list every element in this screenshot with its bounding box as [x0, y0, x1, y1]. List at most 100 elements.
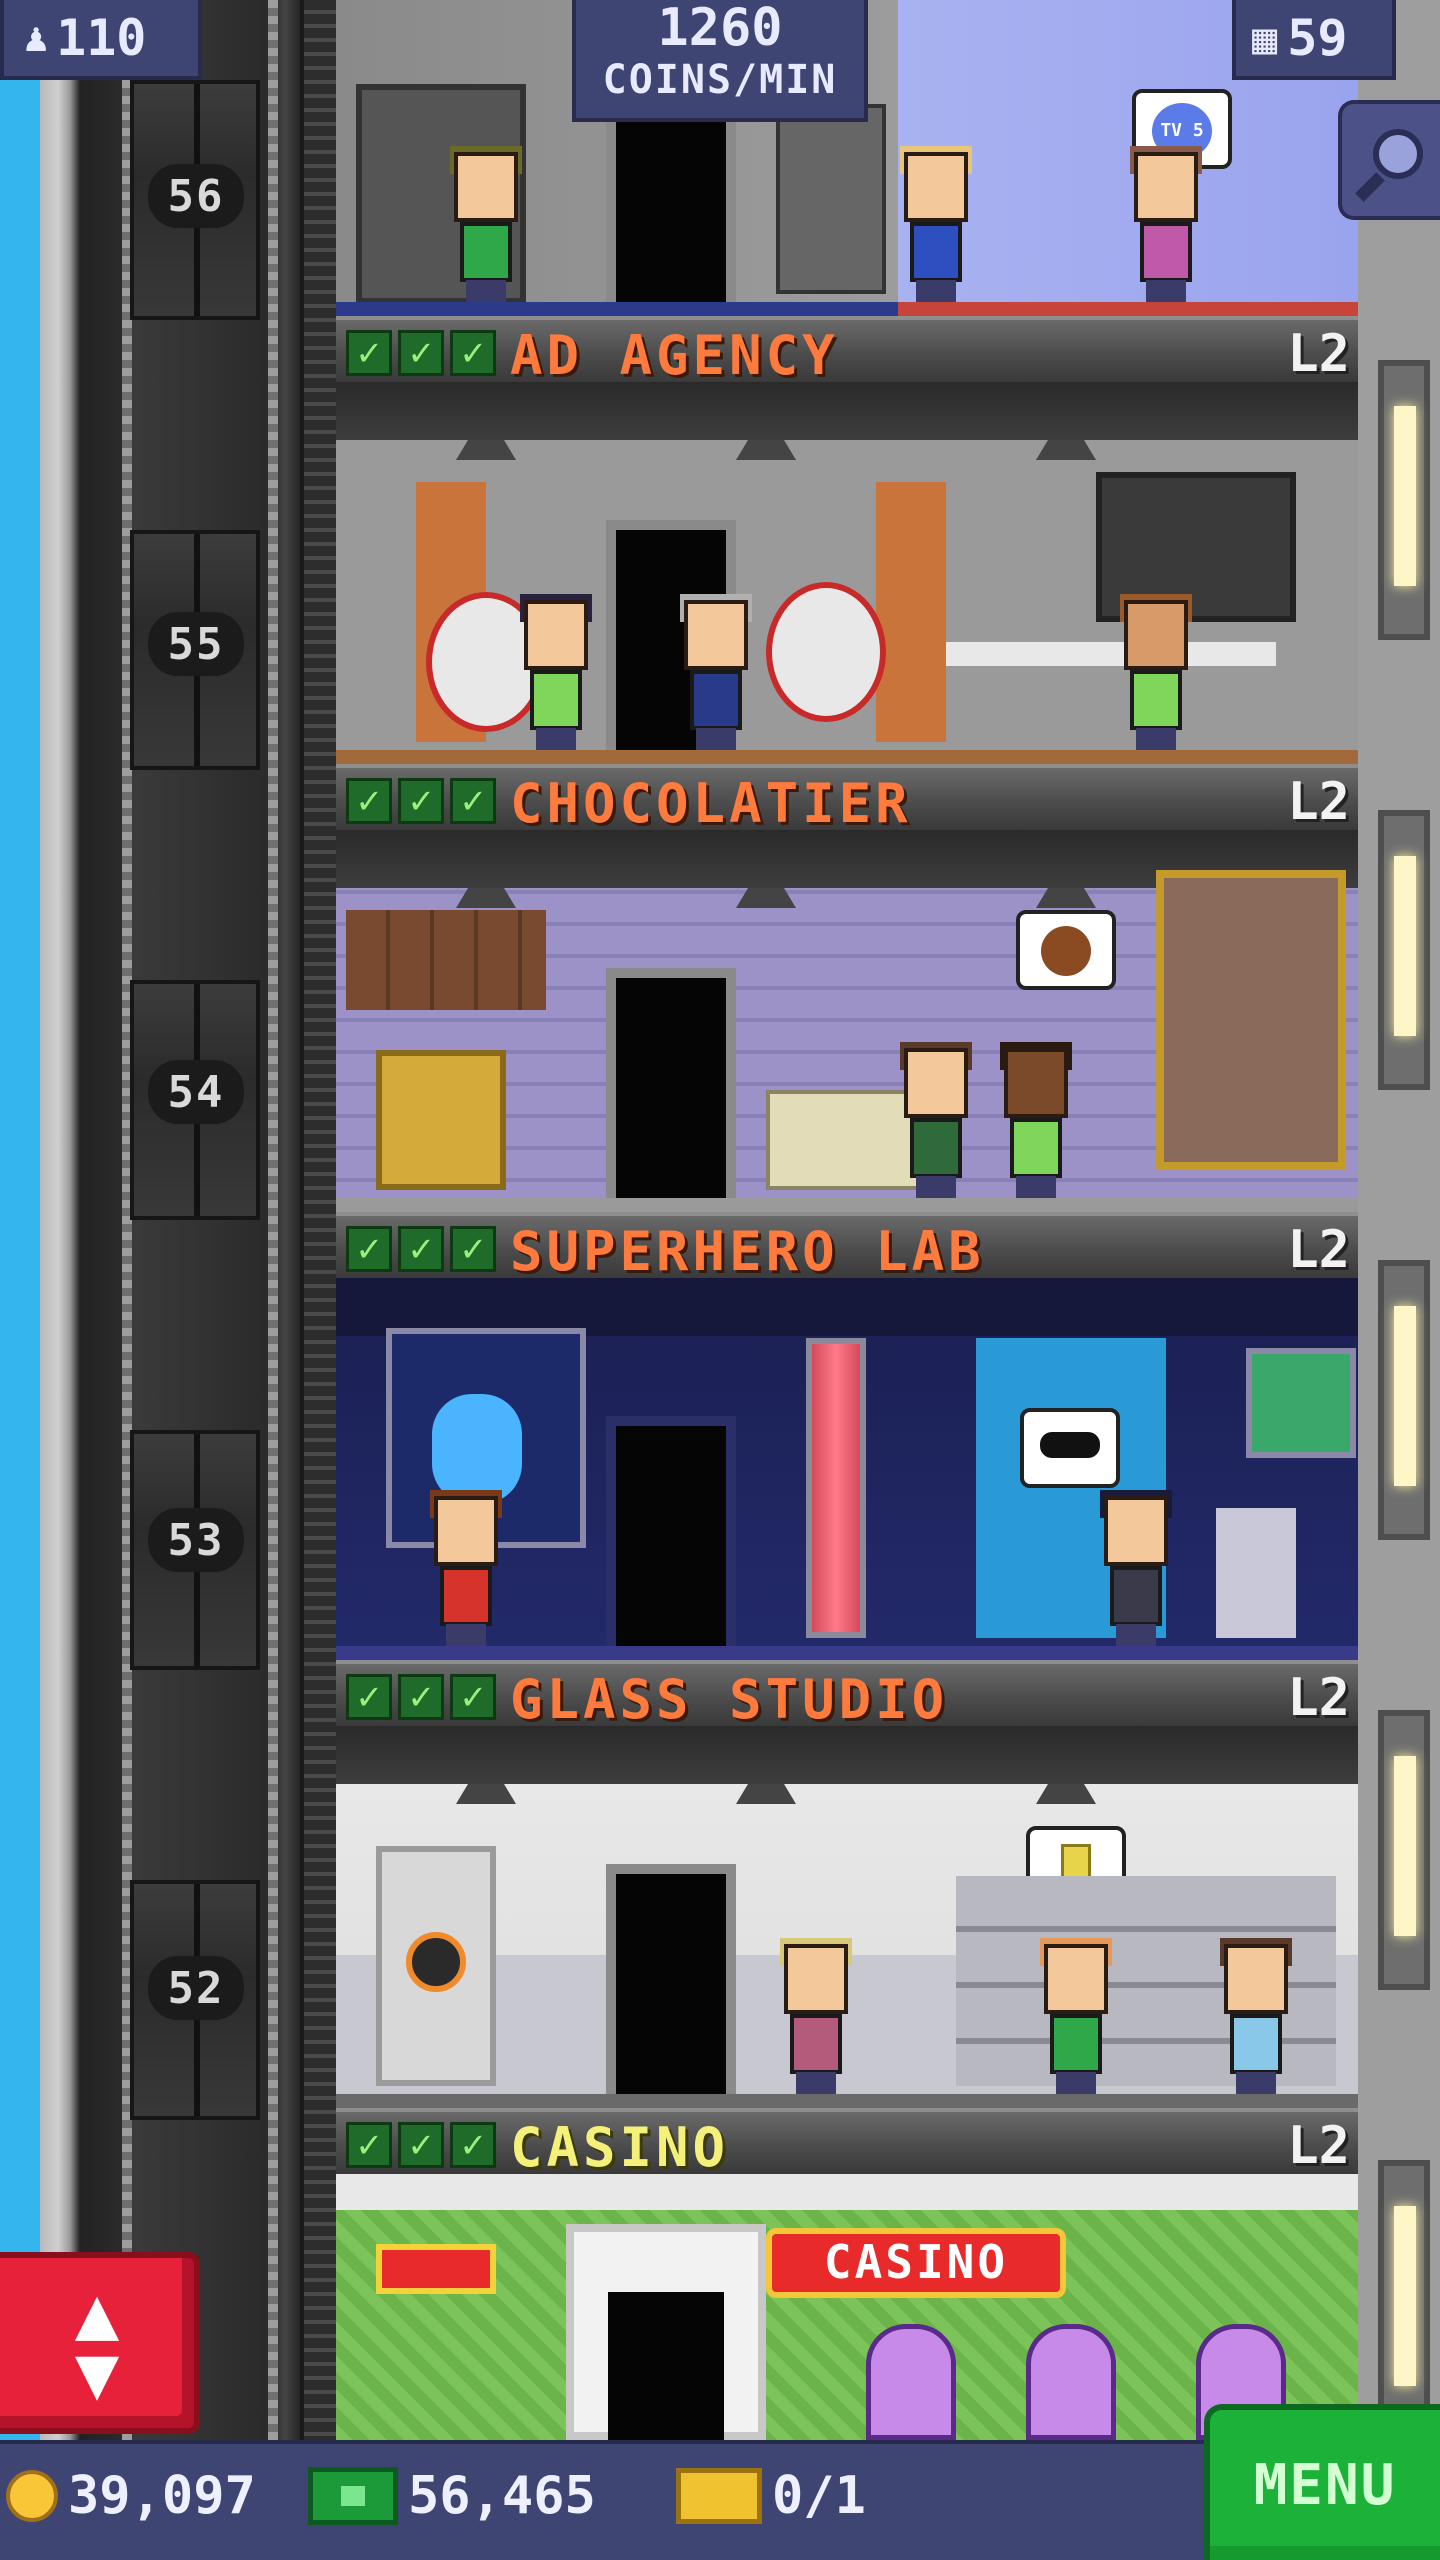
- world-map: [1246, 1348, 1356, 1458]
- floor-label-bar[interactable]: ✓ ✓ ✓ SUPERHERO LAB L2: [336, 1212, 1358, 1283]
- coins-value: 39,097: [68, 2466, 256, 2526]
- floor-chocolatier[interactable]: ✓ ✓ ✓ CHOCOLATIER L2: [336, 382, 1358, 835]
- chocolate-pot: [376, 1050, 506, 1190]
- elevator-cable: [268, 0, 278, 2440]
- stock-indicators: ✓ ✓ ✓: [346, 778, 496, 824]
- vip-stat[interactable]: 0/1: [676, 2466, 866, 2526]
- tenant[interactable]: [1116, 594, 1196, 750]
- window: [1378, 810, 1430, 1090]
- elevator-button[interactable]: ▲ ▼: [0, 2252, 200, 2434]
- bux-value: 56,465: [408, 2466, 596, 2526]
- coins-stat[interactable]: 39,097: [6, 2466, 256, 2526]
- coin-icon: [6, 2470, 58, 2522]
- visitor[interactable]: [1216, 1938, 1296, 2094]
- check-icon: ✓: [450, 1674, 496, 1720]
- tenant[interactable]: [446, 146, 526, 302]
- dna-tube: [806, 1338, 866, 1638]
- window: [1378, 1260, 1430, 1540]
- check-icon: ✓: [450, 778, 496, 824]
- window: [1378, 360, 1430, 640]
- floor-level: L2: [1287, 1220, 1350, 1280]
- menu-button[interactable]: MENU: [1204, 2404, 1440, 2560]
- check-icon: ✓: [450, 330, 496, 376]
- check-icon: ✓: [346, 778, 392, 824]
- elevator-door: [608, 2292, 724, 2440]
- floor-title: AD AGENCY: [510, 324, 839, 387]
- desk: [946, 642, 1276, 666]
- check-icon: ✓: [398, 1226, 444, 1272]
- elevator-door: [606, 1416, 736, 1646]
- floor-level: L2: [1287, 772, 1350, 832]
- floor-title: SUPERHERO LAB: [510, 1220, 985, 1283]
- bux-stat[interactable]: 56,465: [308, 2466, 596, 2526]
- tenant[interactable]: [426, 1490, 506, 1646]
- stock-indicators: ✓ ✓ ✓: [346, 1226, 496, 1272]
- tenant[interactable]: [516, 594, 596, 750]
- slot-machine: [866, 2324, 956, 2440]
- room-superhero-lab[interactable]: [336, 830, 1358, 1212]
- tenant[interactable]: [896, 1042, 976, 1198]
- shaft-wall: [300, 0, 336, 2440]
- floor-glass-studio[interactable]: ✓ ✓ ✓ GLASS STUDIO L2: [336, 1278, 1358, 1731]
- visitor[interactable]: [1096, 1490, 1176, 1646]
- check-icon: ✓: [450, 1226, 496, 1272]
- search-button[interactable]: [1338, 100, 1440, 220]
- floor-count-value: 59: [1287, 9, 1348, 67]
- population-counter[interactable]: ♟ 110: [0, 0, 202, 80]
- cashier-sign: [376, 2244, 496, 2294]
- floor-title: CHOCOLATIER: [510, 772, 912, 835]
- kiln-fire-icon: [406, 1932, 466, 1992]
- mask-icon: [1040, 1432, 1100, 1458]
- floor-title: CASINO: [510, 2116, 730, 2179]
- room-casino-interior[interactable]: CASINO: [336, 2174, 1358, 2440]
- check-icon: ✓: [398, 2122, 444, 2168]
- visitor[interactable]: [676, 594, 756, 750]
- camera-icon: [776, 104, 886, 294]
- tenant[interactable]: [776, 1938, 856, 2094]
- ceiling-trim: [336, 2174, 1358, 2210]
- floor-casino[interactable]: ✓ ✓ ✓ CASINO L2: [336, 1726, 1358, 2179]
- ticket-icon: [676, 2468, 762, 2524]
- floor-label-bar[interactable]: ✓ ✓ ✓ CHOCOLATIER L2: [336, 764, 1358, 835]
- check-icon: ✓: [398, 778, 444, 824]
- floor-superhero-lab[interactable]: ✓ ✓ ✓ SUPERHERO LAB L2: [336, 830, 1358, 1283]
- population-value: 110: [56, 9, 147, 67]
- room-casino[interactable]: [336, 1726, 1358, 2108]
- floor-level: L2: [1287, 2116, 1350, 2176]
- elevator-arch: [566, 2224, 766, 2440]
- chocolate-machine: [1156, 870, 1346, 1170]
- floor-label-bar[interactable]: ✓ ✓ ✓ AD AGENCY L2: [336, 316, 1358, 387]
- elevator-door: [606, 968, 736, 1198]
- slot-machine: [1026, 2324, 1116, 2440]
- building-icon: ▦: [1252, 13, 1278, 63]
- stock-indicators: ✓ ✓ ✓: [346, 2122, 496, 2168]
- pillar: [876, 482, 946, 742]
- floor-number-55: 55: [148, 612, 244, 676]
- visitor[interactable]: [896, 146, 976, 302]
- floor-title: GLASS STUDIO: [510, 1668, 949, 1731]
- floor-casino-room[interactable]: CASINO: [336, 2174, 1358, 2440]
- chocolate-shelf: [346, 910, 546, 1010]
- coins-per-min-label: COINS/MIN: [602, 57, 838, 103]
- room-glass-studio[interactable]: [336, 1278, 1358, 1660]
- floor-counter[interactable]: ▦ 59: [1232, 0, 1396, 80]
- window: [1378, 2160, 1430, 2440]
- tenant[interactable]: [1126, 146, 1206, 302]
- product-bubble[interactable]: [1020, 1408, 1120, 1488]
- product-bubble[interactable]: [1016, 910, 1116, 990]
- tenant[interactable]: [996, 1042, 1076, 1198]
- window: [1378, 1710, 1430, 1990]
- vip-value: 0/1: [772, 2466, 866, 2526]
- check-icon: ✓: [346, 330, 392, 376]
- floor-level: L2: [1287, 1668, 1350, 1728]
- room-chocolatier[interactable]: [336, 382, 1358, 764]
- computer-terminal: [1216, 1508, 1296, 1638]
- floor-label-bar[interactable]: ✓ ✓ ✓ GLASS STUDIO L2: [336, 1660, 1358, 1731]
- kiln: [376, 1846, 496, 2086]
- check-icon: ✓: [450, 2122, 496, 2168]
- magnifier-icon: [1355, 129, 1423, 202]
- floor-label-bar[interactable]: ✓ ✓ ✓ CASINO L2: [336, 2108, 1358, 2179]
- tenant[interactable]: [1036, 1938, 1116, 2094]
- bux-icon: [308, 2467, 398, 2525]
- check-icon: ✓: [398, 1674, 444, 1720]
